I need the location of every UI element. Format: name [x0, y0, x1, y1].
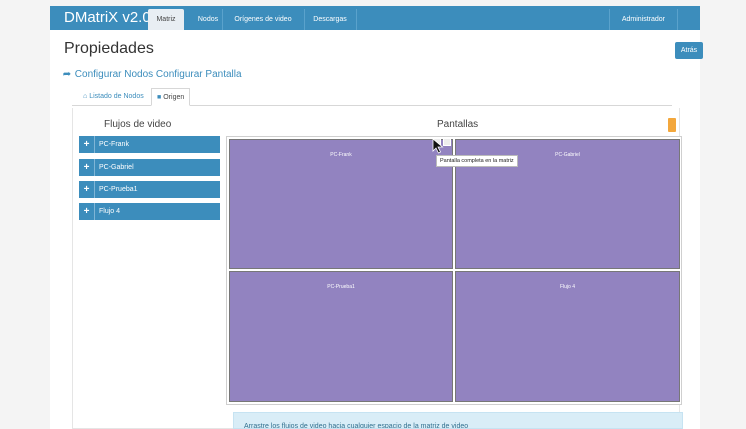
tab-origen[interactable]: ■ Origen [151, 88, 191, 106]
flow-item-flujo-4[interactable]: + Flujo 4 [79, 203, 220, 220]
top-navbar: DMatriX v2.0 Matriz Nodos Orígenes de vi… [50, 6, 700, 30]
flow-item-pc-frank[interactable]: + PC-Frank [79, 136, 220, 153]
video-camera-icon: ■ [157, 94, 162, 101]
nav-separator [222, 9, 223, 30]
cell-label: Flujo 4 [559, 284, 575, 290]
screens-title: Pantallas [437, 119, 479, 130]
nav-tab-matriz[interactable]: Matriz [148, 9, 184, 30]
flow-label: Flujo 4 [99, 208, 121, 215]
flow-item-pc-gabriel[interactable]: + PC-Gabriel [79, 159, 220, 176]
matrix-cell[interactable]: PC-Frank [229, 139, 453, 269]
move-icon[interactable]: + [79, 159, 95, 176]
home-icon: ⌂ [83, 93, 88, 100]
matrix-cell[interactable]: Flujo 4 [455, 271, 680, 402]
nav-tab-nodos[interactable]: Nodos [194, 9, 222, 30]
tooltip: Pantalla completa en la matriz [436, 155, 518, 167]
tab-bar: ⌂ Listado de Nodos ■ Origen [72, 86, 672, 106]
breadcrumb-text[interactable]: Configurar Nodos Configurar Pantalla [75, 69, 242, 80]
flow-label: PC-Prueba1 [99, 186, 138, 193]
user-menu[interactable]: Administrador [608, 9, 678, 30]
nav-tab-origenes[interactable]: Orígenes de video [224, 9, 302, 30]
tab-label: Origen [163, 94, 185, 101]
cell-label: PC-Prueba1 [327, 284, 355, 290]
nav-tab-descargas[interactable]: Descargas [306, 9, 354, 30]
brand-logo[interactable]: DMatriX v2.0 [64, 9, 151, 26]
screen-matrix: PC-Frank PC-Gabriel PC-Prueba1 Flujo 4 P… [226, 136, 682, 405]
back-button[interactable]: Atrás [675, 42, 703, 59]
mouse-cursor-icon [432, 138, 444, 154]
page-content: Propiedades Atrás ➦ Configurar Nodos Con… [50, 30, 703, 429]
move-icon[interactable]: + [79, 181, 95, 198]
tab-label: Listado de Nodos [89, 93, 144, 100]
info-alert: Arrastre los flujos de video hacia cualq… [233, 412, 683, 429]
flow-label: PC-Frank [99, 141, 129, 148]
move-icon[interactable]: + [79, 203, 95, 220]
breadcrumb[interactable]: ➦ Configurar Nodos Configurar Pantalla [62, 69, 242, 80]
move-icon[interactable]: + [79, 136, 95, 153]
nav-separator [304, 9, 305, 30]
flows-title: Flujos de video [104, 119, 172, 130]
screenshot-viewport: DMatriX v2.0 Matriz Nodos Orígenes de vi… [0, 0, 746, 429]
flow-item-pc-prueba1[interactable]: + PC-Prueba1 [79, 181, 220, 198]
settings-toggle-button[interactable] [668, 118, 676, 132]
page-title: Propiedades [64, 40, 154, 57]
tab-listado-de-nodos[interactable]: ⌂ Listado de Nodos [78, 88, 149, 106]
flow-label: PC-Gabriel [99, 164, 134, 171]
cell-label: PC-Frank [330, 152, 352, 158]
nav-separator [356, 9, 357, 30]
share-icon: ➦ [62, 69, 72, 80]
matrix-cell[interactable]: PC-Prueba1 [229, 271, 453, 402]
